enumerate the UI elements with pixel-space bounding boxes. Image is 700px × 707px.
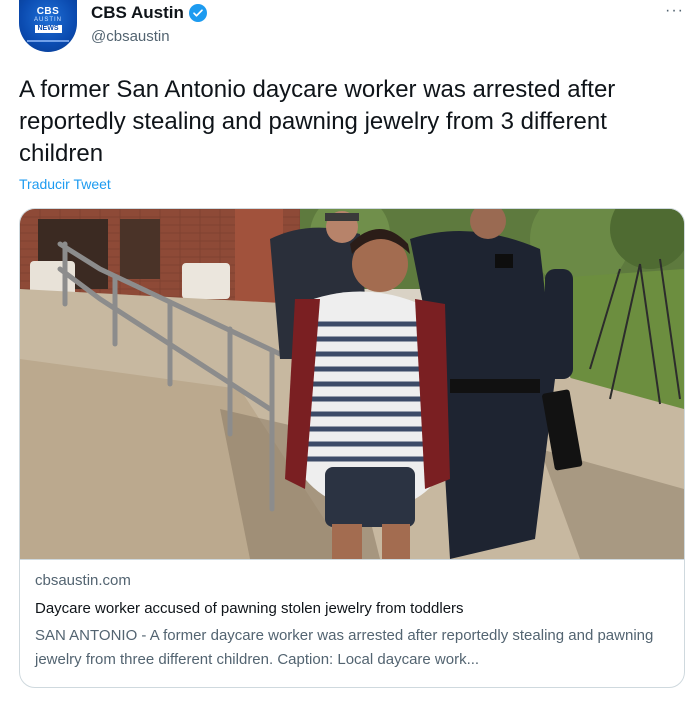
card-image[interactable]	[20, 209, 684, 559]
logo-stripe	[27, 40, 69, 42]
author-name-row[interactable]: CBS Austin	[91, 3, 207, 23]
news-photo-arrest-icon	[20, 209, 684, 559]
display-name[interactable]: CBS Austin	[91, 3, 184, 23]
logo-line-3: NEWS	[34, 25, 62, 33]
avatar[interactable]: CBS AUSTIN NEWS	[19, 0, 77, 52]
card-title[interactable]: Daycare worker accused of pawning stolen…	[35, 600, 464, 617]
tweet-text: A former San Antonio daycare worker was …	[19, 76, 616, 167]
logo-line-2: AUSTIN	[33, 17, 62, 23]
card-domain: cbsaustin.com	[35, 572, 131, 589]
cbs-austin-logo-icon: CBS AUSTIN NEWS	[29, 4, 67, 36]
tweet: CBS AUSTIN NEWS CBS Austin @cbsaustin ··…	[0, 0, 700, 707]
verified-badge-icon	[188, 4, 207, 22]
more-options-icon[interactable]: ···	[665, 2, 684, 20]
card-body[interactable]: cbsaustin.com Daycare worker accused of …	[20, 559, 684, 668]
handle[interactable]: @cbsaustin	[91, 28, 170, 45]
link-preview-card[interactable]: cbsaustin.com Daycare worker accused of …	[19, 208, 685, 688]
logo-line-1: CBS	[36, 6, 60, 17]
translate-tweet-link[interactable]: Traducir Tweet	[19, 176, 111, 192]
card-description: SAN ANTONIO - A former daycare worker wa…	[35, 627, 654, 668]
